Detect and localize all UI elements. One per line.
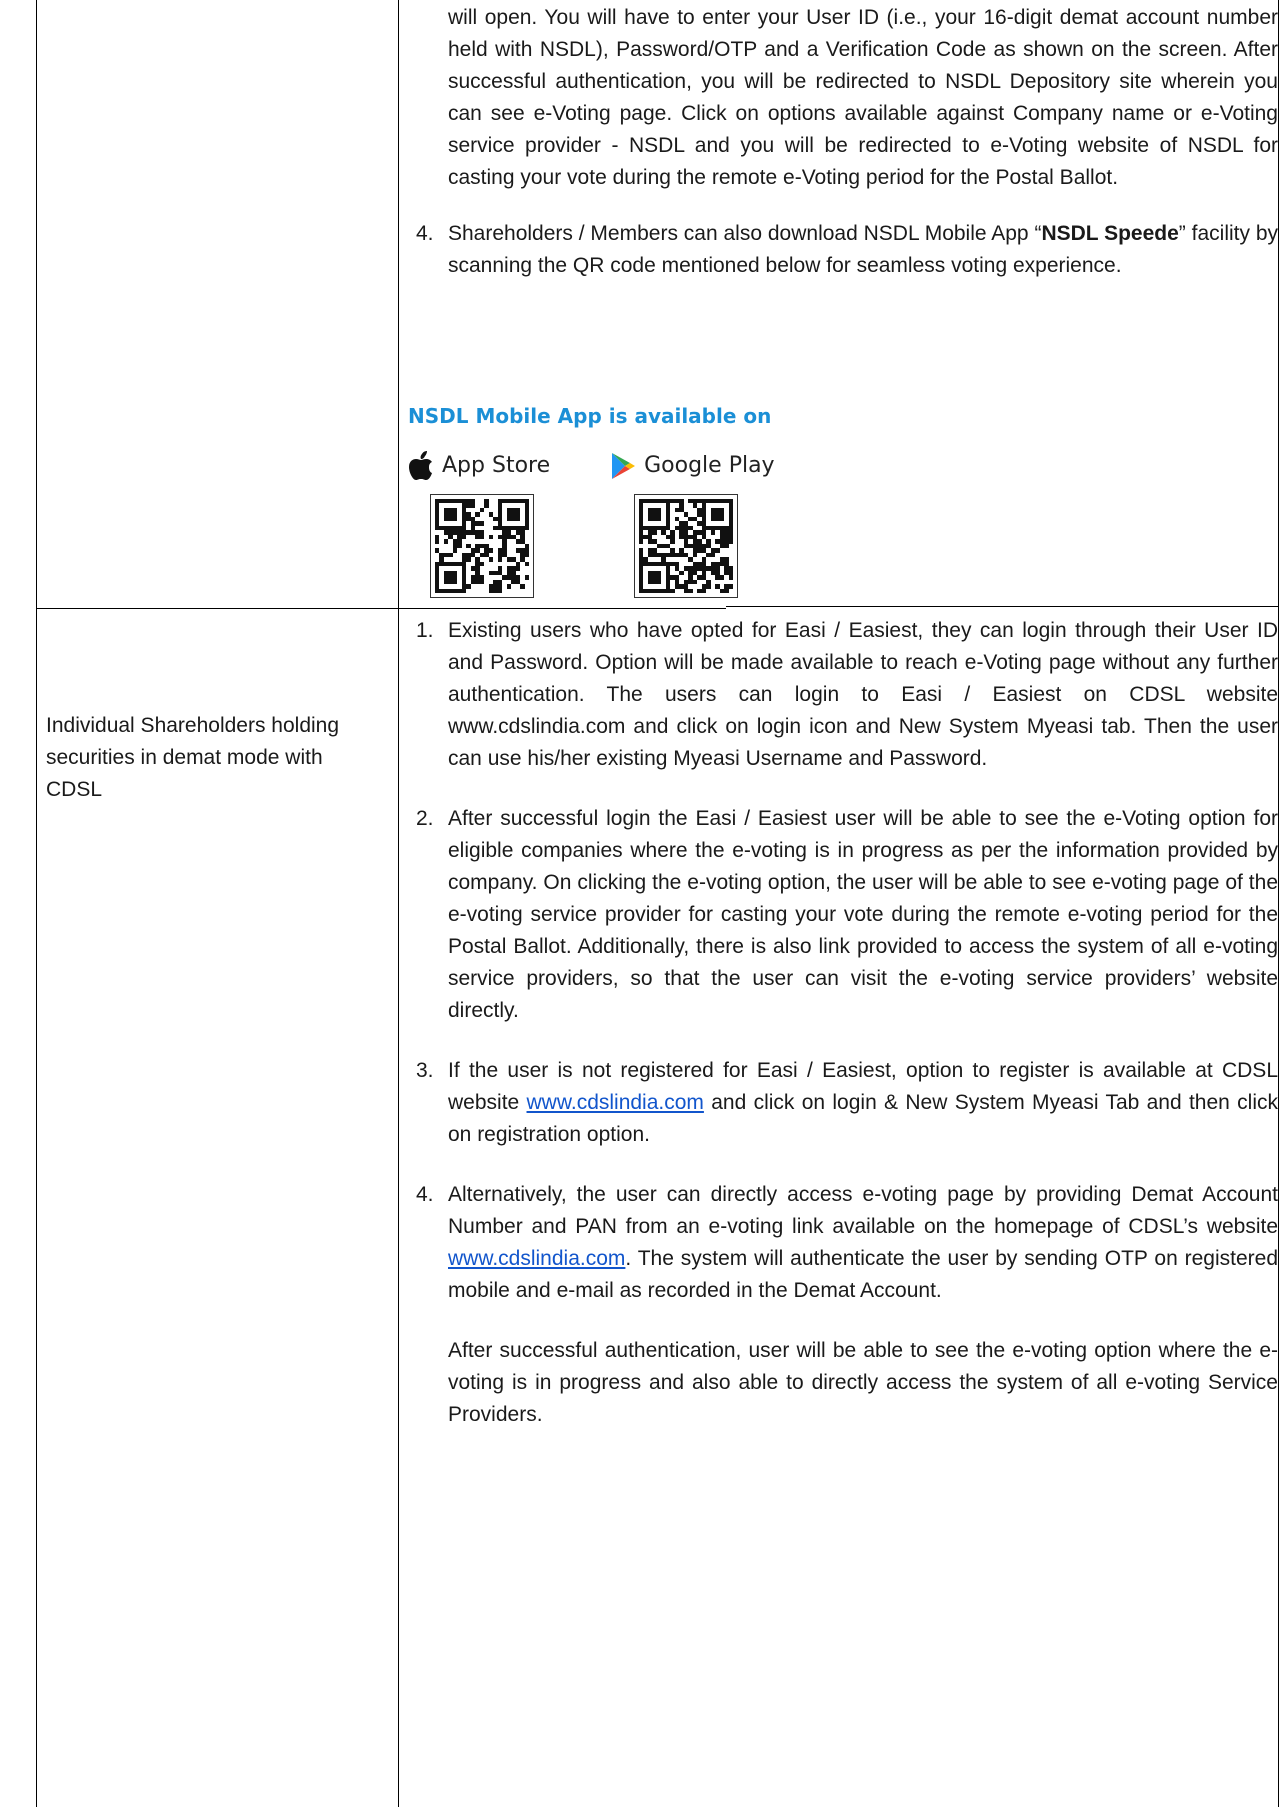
item-text: After successful login the Easi / Easies…	[448, 807, 1278, 1022]
cdsl-item-1: 1. Existing users who have opted for Eas…	[408, 615, 1278, 775]
item-text: Existing users who have opted for Easi /…	[448, 619, 1278, 770]
google-play-icon	[612, 453, 636, 479]
item-number: 3.	[416, 1059, 434, 1082]
row-divider	[36, 608, 726, 609]
item-text: Shareholders / Members can also download…	[448, 222, 1042, 245]
google-play-qr-code[interactable]	[634, 494, 738, 598]
app-banner-title: NSDL Mobile App is available on	[408, 404, 772, 428]
item-number: 4.	[416, 222, 434, 245]
item-number: 1.	[416, 619, 434, 642]
item-number: 2.	[416, 807, 434, 830]
apple-icon	[409, 451, 432, 480]
store-badges: App Store Google Play	[408, 450, 1108, 482]
app-store-badge[interactable]: App Store	[408, 450, 550, 482]
table-border-right	[1278, 0, 1279, 1807]
cdsl-after-auth-paragraph: After successful authentication, user wi…	[448, 1339, 1278, 1426]
cdsl-category-label: Individual Shareholders holding securiti…	[46, 714, 340, 801]
google-play-badge[interactable]: Google Play	[610, 450, 775, 482]
cdsl-instructions-cell: 1. Existing users who have opted for Eas…	[408, 615, 1278, 1431]
evoting-instructions-table: will open. You will have to enter your U…	[36, 0, 1279, 1807]
item-number: 4.	[416, 1183, 434, 1206]
cdsl-item-4: 4. Alternatively, the user can directly …	[408, 1179, 1278, 1307]
table-border-left	[36, 0, 37, 1807]
cdsl-item-3: 3. If the user is not registered for Eas…	[408, 1055, 1278, 1151]
cdsl-website-link[interactable]: www.cdslindia.com	[527, 1091, 704, 1114]
app-store-qr-code[interactable]	[430, 494, 534, 598]
table-border-middle	[398, 0, 399, 1807]
google-play-label: Google Play	[644, 453, 775, 478]
cdsl-item-2: 2. After successful login the Easi / Eas…	[408, 803, 1278, 1027]
app-store-label: App Store	[442, 453, 551, 478]
row-divider-right	[726, 606, 1279, 607]
nsdl-item-4: 4. Shareholders / Members can also downl…	[408, 218, 1278, 282]
item-text: Alternatively, the user can directly acc…	[448, 1183, 1278, 1238]
qr-codes	[430, 494, 1108, 598]
app-name: NSDL Speede	[1041, 222, 1179, 245]
cdsl-website-link[interactable]: www.cdslindia.com	[448, 1247, 625, 1270]
nsdl-app-banner: NSDL Mobile App is available on App Stor…	[408, 400, 1108, 598]
nsdl-login-paragraph: will open. You will have to enter your U…	[448, 6, 1278, 189]
nsdl-continued-cell: will open. You will have to enter your U…	[408, 2, 1278, 282]
